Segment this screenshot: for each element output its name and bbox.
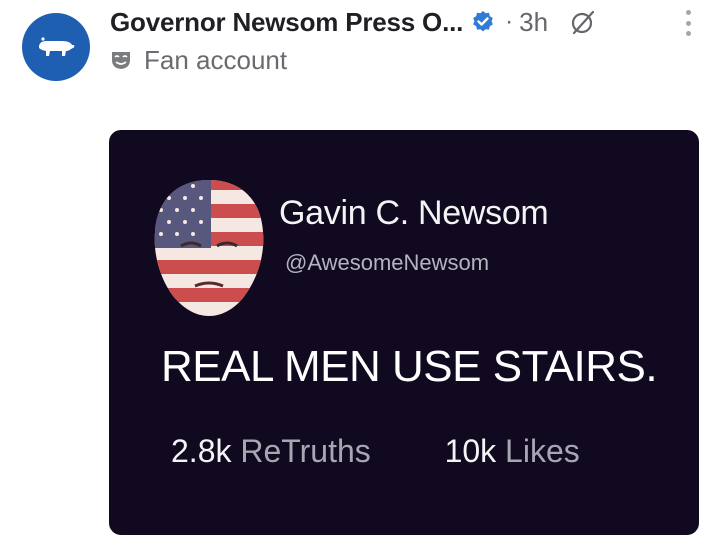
- post-header: Governor Newsom Press O... · 3h: [110, 4, 700, 40]
- embedded-post-image[interactable]: Gavin C. Newsom @AwesomeNewsom REAL MEN …: [109, 130, 699, 535]
- embedded-handle: @AwesomeNewsom: [285, 250, 490, 275]
- fan-account-label: Fan account: [110, 42, 287, 78]
- verified-badge-icon: [473, 11, 493, 32]
- account-name[interactable]: Governor Newsom Press O...: [110, 7, 463, 38]
- embedded-stats: 2.8k ReTruths 10k Likes: [171, 433, 580, 470]
- more-vertical-icon[interactable]: [684, 10, 692, 36]
- likes-label: Likes: [505, 433, 580, 469]
- embedded-display-name: Gavin C. Newsom: [279, 194, 549, 232]
- separator-dot: ·: [505, 8, 514, 35]
- profile-photo: [154, 180, 264, 316]
- fan-account-text: Fan account: [144, 44, 288, 75]
- embedded-post-text: REAL MEN USE STAIRS.: [161, 342, 658, 391]
- globe-strike-icon: [571, 10, 595, 35]
- retruths-label: ReTruths: [240, 433, 371, 469]
- post-timestamp[interactable]: 3h: [519, 7, 548, 38]
- likes-count: 10k: [444, 433, 497, 469]
- bear-logo-icon: [39, 37, 75, 56]
- avatar[interactable]: [22, 13, 90, 81]
- retruths-count: 2.8k: [171, 433, 232, 469]
- mask-icon: [112, 52, 130, 69]
